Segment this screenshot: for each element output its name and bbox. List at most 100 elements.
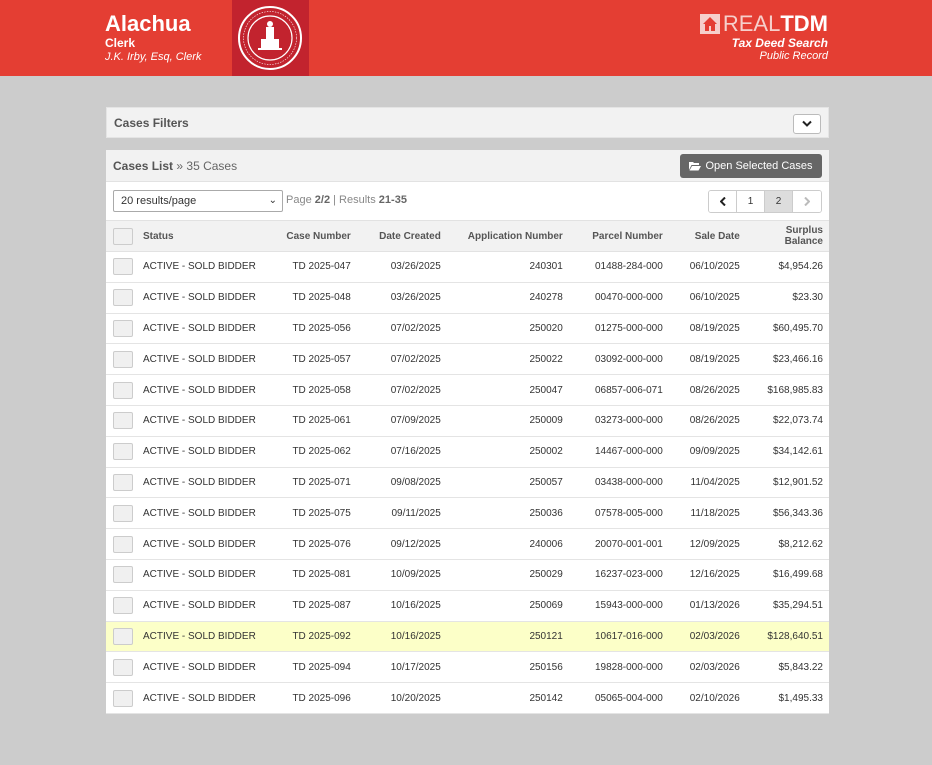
table-row[interactable]: ACTIVE - SOLD BIDDER TD 2025-071 09/08/202… — [106, 467, 829, 498]
column-surplus-balance[interactable]: Surplus Balance — [745, 220, 829, 252]
cell-case-number: TD 2025-076 — [292, 538, 351, 550]
row-checkbox[interactable] — [113, 504, 133, 522]
cell-application-number: 250047 — [529, 384, 563, 396]
row-checkbox[interactable] — [113, 258, 133, 276]
cases-count: 35 Cases — [186, 159, 238, 173]
table-row[interactable]: ACTIVE - SOLD BIDDER TD 2025-094 10/17/202… — [106, 652, 829, 683]
row-checkbox[interactable] — [113, 597, 133, 615]
results-value: 21-35 — [378, 194, 407, 206]
cell-sale-date: 12/16/2025 — [689, 569, 740, 581]
page-divider: | — [333, 194, 336, 206]
cases-list-header: Cases List » 35 Cases Open Selected Case… — [106, 150, 829, 182]
table-row[interactable]: ACTIVE - SOLD BIDDER TD 2025-062 07/16/202… — [106, 436, 829, 468]
clerk-name: J.K. Irby, Esq, Clerk — [105, 51, 202, 63]
row-checkbox[interactable] — [113, 319, 133, 337]
cell-sale-date: 02/03/2026 — [689, 630, 740, 642]
cell-parcel-number: 03273-000-000 — [594, 415, 663, 427]
cell-status: ACTIVE - SOLD BIDDER — [143, 446, 256, 458]
brand-light-text: REAL — [722, 11, 781, 36]
column-case-number[interactable]: Case Number — [261, 220, 357, 252]
table-row[interactable]: ACTIVE - SOLD BIDDER TD 2025-047 03/26/202… — [106, 252, 829, 283]
cell-application-number: 240301 — [529, 261, 563, 273]
cell-date-created: 03/26/2025 — [390, 261, 441, 273]
select-all-checkbox[interactable] — [113, 227, 133, 245]
cell-sale-date: 11/04/2025 — [690, 476, 740, 488]
cell-application-number: 250069 — [529, 600, 563, 612]
filters-toggle-button[interactable] — [793, 114, 821, 134]
table-row[interactable]: ACTIVE - SOLD BIDDER TD 2025-048 03/26/202… — [106, 282, 829, 314]
row-checkbox[interactable] — [113, 566, 133, 584]
county-branding: Alachua Clerk J.K. Irby, Esq, Clerk — [105, 11, 201, 64]
cell-sale-date: 02/03/2026 — [689, 661, 740, 673]
chevron-left-icon — [719, 197, 726, 206]
results-per-page-select[interactable]: 20 results/page ⌄ — [113, 190, 283, 212]
cell-sale-date: 02/10/2026 — [689, 692, 740, 704]
table-row[interactable]: ACTIVE - SOLD BIDDER TD 2025-061 07/09/202… — [106, 405, 829, 437]
cell-status: ACTIVE - SOLD BIDDER — [143, 507, 256, 519]
row-checkbox[interactable] — [113, 658, 133, 676]
cell-case-number: TD 2025-071 — [292, 476, 351, 488]
row-checkbox[interactable] — [113, 627, 133, 645]
county-seal-icon — [238, 6, 302, 70]
realtdm-logo: REAL TDM — [699, 11, 828, 36]
row-checkbox[interactable] — [113, 689, 133, 707]
folder-open-icon — [689, 162, 702, 171]
cell-surplus-balance: $23,466.16 — [772, 353, 823, 365]
cell-case-number: TD 2025-056 — [292, 322, 351, 334]
cell-application-number: 250020 — [529, 322, 563, 334]
row-checkbox[interactable] — [113, 289, 133, 307]
table-row[interactable]: ACTIVE - SOLD BIDDER TD 2025-058 07/02/202… — [106, 375, 829, 406]
row-checkbox[interactable] — [113, 535, 133, 553]
cell-sale-date: 08/26/2025 — [689, 384, 740, 396]
cell-case-number: TD 2025-081 — [292, 569, 351, 581]
cell-date-created: 07/09/2025 — [390, 415, 441, 427]
cell-status: ACTIVE - SOLD BIDDER — [143, 630, 256, 642]
cell-surplus-balance: $168,985.83 — [767, 384, 823, 396]
row-checkbox[interactable] — [113, 381, 133, 399]
column-application-number[interactable]: Application Number — [446, 220, 569, 252]
row-checkbox[interactable] — [113, 473, 133, 491]
cell-sale-date: 12/09/2025 — [689, 538, 740, 550]
cell-date-created: 07/02/2025 — [390, 353, 441, 365]
cell-sale-date: 08/19/2025 — [689, 353, 740, 365]
column-parcel-number[interactable]: Parcel Number — [568, 220, 669, 252]
cell-parcel-number: 06857-006-071 — [594, 384, 663, 396]
pager-next-button[interactable] — [793, 191, 821, 212]
cell-parcel-number: 14467-000-000 — [594, 446, 663, 458]
cell-surplus-balance: $56,343.36 — [772, 507, 823, 519]
cell-sale-date: 08/26/2025 — [689, 415, 740, 427]
row-checkbox[interactable] — [113, 350, 133, 368]
table-row[interactable]: ACTIVE - SOLD BIDDER TD 2025-081 10/09/202… — [106, 559, 829, 591]
table-row[interactable]: ACTIVE - SOLD BIDDER TD 2025-087 10/16/202… — [106, 590, 829, 622]
cell-parcel-number: 05065-004-000 — [594, 692, 663, 704]
table-row[interactable]: ACTIVE - SOLD BIDDER TD 2025-092 10/16/202… — [106, 621, 829, 652]
county-seal — [232, 0, 309, 76]
pager-prev-button[interactable] — [709, 191, 737, 212]
column-sale-date[interactable]: Sale Date — [668, 220, 746, 252]
results-label: Results — [339, 194, 376, 206]
row-checkbox[interactable] — [113, 412, 133, 430]
open-selected-cases-button[interactable]: Open Selected Cases — [680, 154, 822, 178]
column-status[interactable]: Status — [137, 220, 262, 252]
table-row[interactable]: ACTIVE - SOLD BIDDER TD 2025-096 10/20/202… — [106, 683, 829, 714]
row-checkbox[interactable] — [113, 443, 133, 461]
cell-sale-date: 11/18/2025 — [690, 507, 740, 519]
cell-parcel-number: 16237-023-000 — [594, 569, 663, 581]
cases-table: Status Case Number Date Created Applicat… — [106, 220, 829, 714]
column-date-created[interactable]: Date Created — [356, 220, 447, 252]
cell-parcel-number: 03438-000-000 — [594, 476, 663, 488]
table-row[interactable]: ACTIVE - SOLD BIDDER TD 2025-075 09/11/202… — [106, 498, 829, 529]
pager-page-2[interactable]: 2 — [765, 191, 793, 212]
cell-surplus-balance: $60,495.70 — [772, 322, 823, 334]
table-row[interactable]: ACTIVE - SOLD BIDDER TD 2025-057 07/02/202… — [106, 344, 829, 375]
pager-page-1[interactable]: 1 — [737, 191, 765, 212]
table-row[interactable]: ACTIVE - SOLD BIDDER TD 2025-056 07/02/202… — [106, 313, 829, 344]
cell-date-created: 10/16/2025 — [390, 600, 441, 612]
select-caret-icon: ⌄ — [268, 195, 277, 206]
realtdm-brand: REAL TDM Tax Deed Search Public Record — [699, 11, 828, 62]
cell-sale-date: 06/10/2025 — [689, 261, 740, 273]
cell-parcel-number: 03092-000-000 — [594, 353, 663, 365]
table-row[interactable]: ACTIVE - SOLD BIDDER TD 2025-076 09/12/202… — [106, 529, 829, 560]
brand-bold-text: TDM — [780, 11, 828, 36]
pagination: 1 2 — [708, 190, 822, 213]
